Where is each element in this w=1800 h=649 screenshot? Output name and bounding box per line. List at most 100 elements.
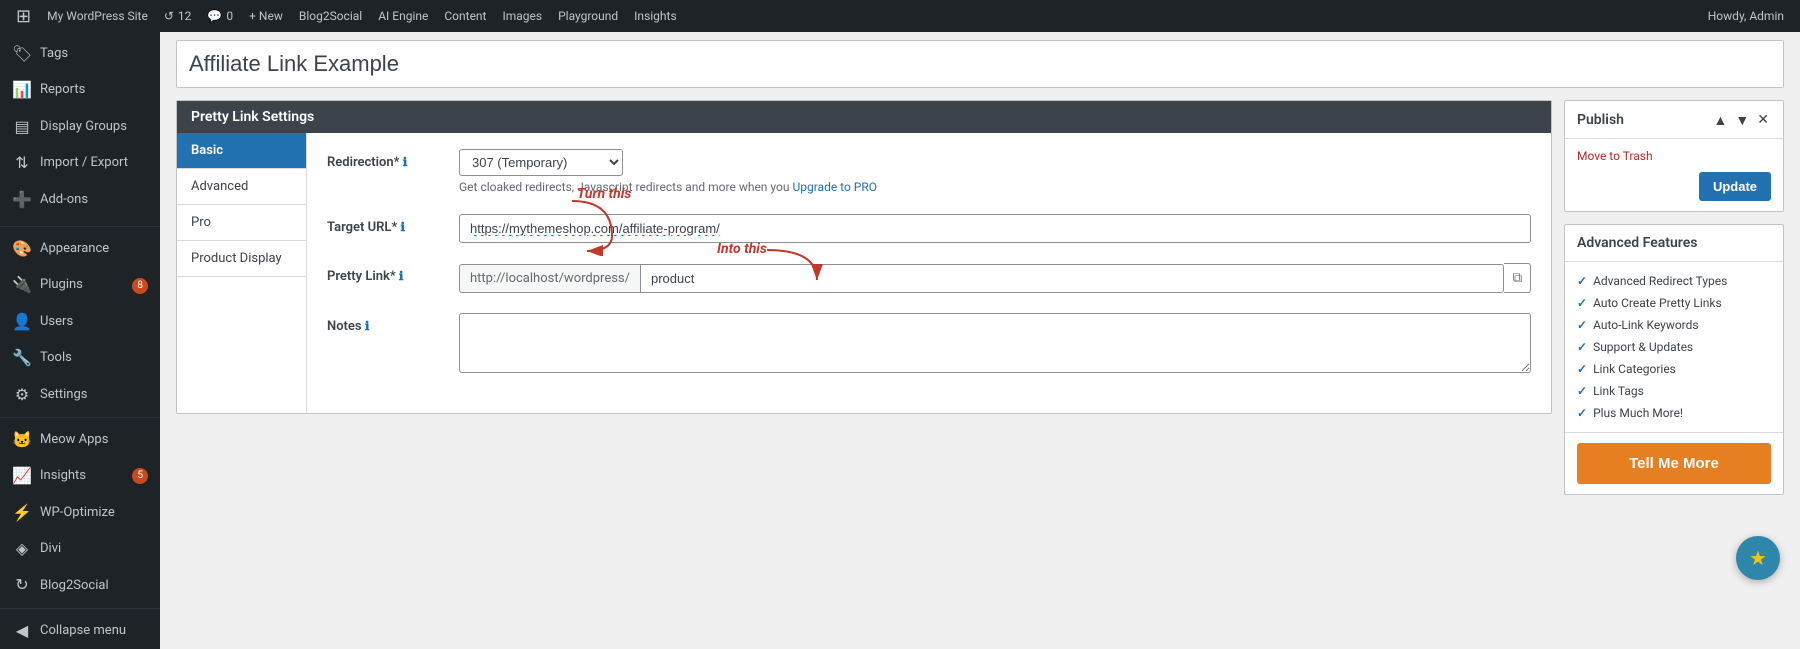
settings-tabs: Basic Advanced Pro Product Display bbox=[177, 133, 307, 413]
divi-icon: ◈ bbox=[12, 538, 32, 560]
into-this-annotation: Into this bbox=[717, 241, 767, 257]
tab-basic[interactable]: Basic bbox=[177, 133, 306, 169]
sidebar-item-add-ons[interactable]: ➕ Add-ons bbox=[0, 182, 160, 218]
feature-item-0: ✓ Advanced Redirect Types bbox=[1577, 270, 1771, 292]
update-button[interactable]: Update bbox=[1699, 172, 1771, 201]
sidebar-item-users[interactable]: 👤 Users bbox=[0, 304, 160, 340]
adminbar-ai-engine[interactable]: AI Engine bbox=[370, 0, 436, 32]
tab-advanced[interactable]: Advanced bbox=[177, 169, 306, 205]
sidebar-item-appearance[interactable]: 🎨 Appearance bbox=[0, 231, 160, 267]
adminbar-playground[interactable]: Playground bbox=[550, 0, 626, 32]
pretty-link-prefix: http://localhost/wordpress/ bbox=[459, 264, 640, 293]
publish-box-body: Move to Trash Update bbox=[1565, 139, 1783, 211]
adminbar-comments[interactable]: 💬 0 bbox=[199, 0, 241, 32]
feature-item-1: ✓ Auto Create Pretty Links bbox=[1577, 292, 1771, 314]
target-url-row: Target URL* ℹ bbox=[327, 214, 1531, 243]
adminbar-new[interactable]: + New bbox=[241, 0, 291, 32]
adminbar-wp-logo[interactable]: ⊞ bbox=[8, 0, 39, 32]
sidebar-item-settings[interactable]: ⚙ Settings bbox=[0, 377, 160, 413]
redirection-select[interactable]: 307 (Temporary) 301 (Permanent) 302 (Tem… bbox=[459, 149, 623, 176]
sidebar-item-wp-optimize[interactable]: ⚡ WP-Optimize bbox=[0, 495, 160, 531]
feature-check-0: ✓ bbox=[1577, 274, 1587, 288]
pretty-link-info-icon[interactable]: ℹ bbox=[399, 269, 404, 283]
feature-item-5: ✓ Link Tags bbox=[1577, 380, 1771, 402]
sidebar-collapse-menu[interactable]: ◀ Collapse menu bbox=[0, 613, 160, 649]
notes-label: Notes ℹ bbox=[327, 313, 447, 334]
add-ons-icon: ➕ bbox=[12, 189, 32, 211]
upgrade-to-pro-link[interactable]: Upgrade to PRO bbox=[792, 180, 877, 194]
publish-header-icons: ▲ ▼ ✕ bbox=[1712, 109, 1771, 130]
admin-bar: ⊞ My WordPress Site ↺ 12 💬 0 + New Blog2… bbox=[0, 0, 1800, 32]
notes-value bbox=[459, 313, 1531, 377]
sidebar-pretty-links-section: 🏷 Tags 📊 Reports ▤ Display Groups ⇅ Impo… bbox=[0, 32, 160, 222]
insights-icon: 📈 bbox=[12, 465, 32, 487]
sidebar-item-plugins[interactable]: 🔌 Plugins 8 bbox=[0, 267, 160, 303]
sidebar: 🏷 Tags 📊 Reports ▤ Display Groups ⇅ Impo… bbox=[0, 32, 160, 649]
meow-apps-icon: 🐱 bbox=[12, 429, 32, 451]
feature-check-6: ✓ bbox=[1577, 406, 1587, 420]
move-to-trash-link[interactable]: Move to Trash bbox=[1577, 149, 1653, 163]
users-icon: 👤 bbox=[12, 311, 32, 333]
adminbar-site-name[interactable]: My WordPress Site bbox=[39, 0, 156, 32]
main-content: Pretty Link Settings Basic Advanced bbox=[160, 32, 1800, 649]
adminbar-insights[interactable]: Insights bbox=[626, 0, 684, 32]
settings-icon: ⚙ bbox=[12, 384, 32, 406]
sidebar-item-import-export[interactable]: ⇅ Import / Export bbox=[0, 145, 160, 181]
notes-info-icon[interactable]: ℹ bbox=[365, 319, 370, 333]
tell-me-more-button[interactable]: Tell Me More bbox=[1577, 443, 1771, 484]
notes-textarea[interactable] bbox=[459, 313, 1531, 373]
import-export-icon: ⇅ bbox=[12, 152, 32, 174]
target-url-input[interactable] bbox=[459, 214, 1531, 243]
adminbar-images[interactable]: Images bbox=[494, 0, 550, 32]
features-list: ✓ Advanced Redirect Types ✓ Auto Create … bbox=[1565, 262, 1783, 433]
publish-expand-up-button[interactable]: ▲ bbox=[1712, 109, 1730, 130]
tools-icon: 🔧 bbox=[12, 347, 32, 369]
sidebar-item-meow-apps[interactable]: 🐱 Meow Apps bbox=[0, 422, 160, 458]
adminbar-content[interactable]: Content bbox=[436, 0, 494, 32]
pretty-link-slug-input[interactable] bbox=[640, 264, 1504, 293]
pretty-link-label: Pretty Link* ℹ bbox=[327, 263, 447, 284]
feature-item-2: ✓ Auto-Link Keywords bbox=[1577, 314, 1771, 336]
tab-product-display[interactable]: Product Display bbox=[177, 241, 306, 277]
pretty-link-row: Pretty Link* ℹ http://localhost/wordpres… bbox=[327, 263, 1531, 293]
redirection-hint: Get cloaked redirects, Javascript redire… bbox=[459, 180, 1531, 194]
publish-expand-down-button[interactable]: ▼ bbox=[1733, 109, 1751, 130]
advanced-features-box: Advanced Features ✓ Advanced Redirect Ty… bbox=[1564, 224, 1784, 495]
settings-sidebar: Publish ▲ ▼ ✕ Move to Trash Update bbox=[1564, 100, 1784, 495]
tags-icon: 🏷 bbox=[12, 43, 32, 65]
sidebar-item-insights[interactable]: 📈 Insights 5 bbox=[0, 458, 160, 494]
sidebar-item-reports[interactable]: 📊 Reports bbox=[0, 72, 160, 108]
copy-pretty-link-button[interactable]: ⧉ bbox=[1504, 263, 1531, 293]
wp-optimize-icon: ⚡ bbox=[12, 502, 32, 524]
redirection-value: 307 (Temporary) 301 (Permanent) 302 (Tem… bbox=[459, 149, 1531, 194]
sidebar-item-display-groups[interactable]: ▤ Display Groups bbox=[0, 109, 160, 145]
feature-item-6: ✓ Plus Much More! bbox=[1577, 402, 1771, 424]
page-title-input[interactable] bbox=[177, 41, 1783, 87]
advanced-features-header: Advanced Features bbox=[1565, 225, 1783, 262]
feature-check-2: ✓ bbox=[1577, 318, 1587, 332]
redirection-info-icon[interactable]: ℹ bbox=[403, 155, 408, 169]
pretty-link-settings-box: Pretty Link Settings Basic Advanced bbox=[176, 100, 1552, 414]
feature-check-1: ✓ bbox=[1577, 296, 1587, 310]
feature-item-3: ✓ Support & Updates bbox=[1577, 336, 1771, 358]
publish-actions: Update bbox=[1577, 172, 1771, 201]
publish-close-button[interactable]: ✕ bbox=[1755, 109, 1771, 130]
star-icon: ★ bbox=[1749, 546, 1767, 570]
feature-item-4: ✓ Link Categories bbox=[1577, 358, 1771, 380]
blog2social-icon: ↻ bbox=[12, 574, 32, 596]
feature-check-3: ✓ bbox=[1577, 340, 1587, 354]
target-url-info-icon[interactable]: ℹ bbox=[401, 220, 406, 234]
tab-pro[interactable]: Pro bbox=[177, 205, 306, 241]
adminbar-howdy[interactable]: Howdy, Admin bbox=[1700, 0, 1792, 32]
sidebar-item-tags[interactable]: 🏷 Tags bbox=[0, 36, 160, 72]
settings-fields: Redirection* ℹ 307 (Temporary) 301 (Perm… bbox=[307, 133, 1551, 413]
sidebar-item-tools[interactable]: 🔧 Tools bbox=[0, 340, 160, 376]
appearance-icon: 🎨 bbox=[12, 238, 32, 260]
adminbar-revisions[interactable]: ↺ 12 bbox=[156, 0, 200, 32]
settings-container: Pretty Link Settings Basic Advanced bbox=[176, 100, 1784, 495]
sidebar-item-divi[interactable]: ◈ Divi bbox=[0, 531, 160, 567]
redirection-label: Redirection* ℹ bbox=[327, 149, 447, 170]
adminbar-blog2social[interactable]: Blog2Social bbox=[291, 0, 370, 32]
floating-help-icon[interactable]: ★ bbox=[1736, 536, 1780, 580]
sidebar-item-blog2social[interactable]: ↻ Blog2Social bbox=[0, 567, 160, 603]
